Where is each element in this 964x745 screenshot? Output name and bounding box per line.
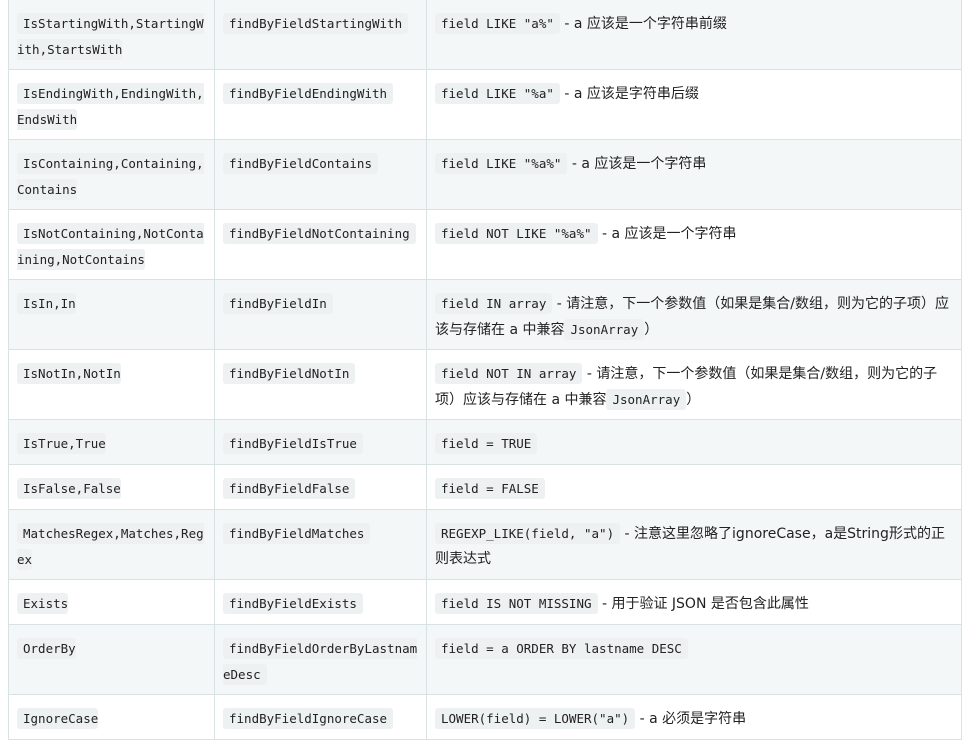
keyword-cell: MatchesRegex,Matches,Regex	[8, 509, 215, 580]
keyword-cell: IsFalse,False	[8, 464, 215, 510]
table-row: OrderBy findByFieldOrderByLastnameDesc fie…	[8, 624, 962, 695]
sample-code: findByFieldIgnoreCase	[223, 708, 394, 729]
keyword-code: MatchesRegex,Matches,Regex	[17, 523, 204, 570]
sql-code: LOWER(field) = LOWER("a")	[435, 708, 636, 729]
snippet-cell: field NOT IN array - 请注意，下一个参数值（如果是集合/数组…	[426, 349, 962, 420]
table-row: IsStartingWith,StartingWith,StartsWith fi…	[8, 0, 962, 70]
keyword-cell: IsEndingWith,EndingWith,EndsWith	[8, 69, 215, 140]
snippet-cell: field = a ORDER BY lastname DESC	[426, 624, 962, 695]
keyword-code: IsStartingWith,StartingWith,StartsWith	[17, 13, 204, 60]
sample-cell: findByFieldNotIn	[214, 349, 427, 420]
table-row: IgnoreCase findByFieldIgnoreCase LOWER(fie…	[8, 694, 962, 740]
sample-code: findByFieldMatches	[223, 523, 371, 544]
sample-code: findByFieldIsTrue	[223, 433, 363, 454]
snippet-cell: field = FALSE	[426, 464, 962, 510]
description: - a 应该是字符串后缀	[559, 86, 699, 102]
type-code: JsonArray	[606, 389, 687, 410]
keyword-cell: IsTrue,True	[8, 419, 215, 465]
snippet-cell: LOWER(field) = LOWER("a") - a 必须是字符串	[426, 694, 962, 740]
keyword-cell: IsNotIn,NotIn	[8, 349, 215, 420]
description: - 用于验证 JSON 是否包含此属性	[597, 596, 809, 612]
keyword-cell: IsContaining,Containing,Contains	[8, 139, 215, 210]
sample-code: findByFieldFalse	[223, 478, 356, 499]
sample-code: findByFieldNotContaining	[223, 223, 416, 244]
snippet-cell: field IN array - 请注意，下一个参数值（如果是集合/数组，则为它…	[426, 279, 962, 350]
table-row: MatchesRegex,Matches,Regex findByFieldMat…	[8, 509, 962, 580]
sample-cell: findByFieldMatches	[214, 509, 427, 580]
sample-cell: findByFieldContains	[214, 139, 427, 210]
sql-code: field NOT IN array	[435, 363, 583, 384]
sql-code: field LIKE "%a"	[435, 83, 560, 104]
table-row: IsNotIn,NotIn findByFieldNotIn field NOT I…	[8, 349, 962, 420]
sample-code: findByFieldOrderByLastnameDesc	[223, 638, 418, 685]
type-code: JsonArray	[564, 319, 645, 340]
sql-code: field = FALSE	[435, 478, 545, 499]
sql-code: field = a ORDER BY lastname DESC	[435, 638, 688, 659]
description-end: ）	[644, 322, 659, 338]
snippet-cell: field = TRUE	[426, 419, 962, 465]
description: - a 应该是一个字符串前缀	[559, 16, 727, 32]
sql-code: field IS NOT MISSING	[435, 593, 598, 614]
sample-code: findByFieldNotIn	[223, 363, 356, 384]
table-row: IsTrue,True findByFieldIsTrue field = TRUE	[8, 419, 962, 465]
keyword-code: IsIn,In	[17, 293, 76, 314]
keyword-table: IsStartingWith,StartingWith,StartsWith fi…	[8, 0, 962, 740]
keyword-code: OrderBy	[17, 638, 76, 659]
table-row: IsNotContaining,NotContaining,NotContain…	[8, 209, 962, 280]
keyword-code: Exists	[17, 593, 69, 614]
sample-code: findByFieldStartingWith	[223, 13, 409, 34]
description: - a 必须是字符串	[635, 711, 747, 727]
snippet-cell: field NOT LIKE "%a%" - a 应该是一个字符串	[426, 209, 962, 280]
sample-cell: findByFieldOrderByLastnameDesc	[214, 624, 427, 695]
snippet-cell: field LIKE "a%" - a 应该是一个字符串前缀	[426, 0, 962, 70]
description: - a 应该是一个字符串	[567, 156, 707, 172]
keyword-cell: Exists	[8, 579, 215, 625]
keyword-cell: OrderBy	[8, 624, 215, 695]
sample-cell: findByFieldEndingWith	[214, 69, 427, 140]
keyword-code: IsNotIn,NotIn	[17, 363, 121, 384]
keyword-code: IsFalse,False	[17, 478, 121, 499]
sql-code: field LIKE "%a%"	[435, 153, 568, 174]
sql-code: field IN array	[435, 293, 553, 314]
table-row: IsEndingWith,EndingWith,EndsWith findByFi…	[8, 69, 962, 140]
snippet-cell: field IS NOT MISSING - 用于验证 JSON 是否包含此属性	[426, 579, 962, 625]
sql-code: REGEXP_LIKE(field, "a")	[435, 523, 621, 544]
sample-cell: findByFieldIgnoreCase	[214, 694, 427, 740]
table-row: Exists findByFieldExists field IS NOT MISS…	[8, 579, 962, 625]
keyword-code: IsContaining,Containing,Contains	[17, 153, 204, 200]
sql-code: field NOT LIKE "%a%"	[435, 223, 598, 244]
sample-cell: findByFieldExists	[214, 579, 427, 625]
table-row: IsIn,In findByFieldIn field IN array - 请注意…	[8, 279, 962, 350]
keyword-code: IsNotContaining,NotContaining,NotContain…	[17, 223, 204, 270]
keyword-cell: IgnoreCase	[8, 694, 215, 740]
sample-cell: findByFieldStartingWith	[214, 0, 427, 70]
sql-code: field = TRUE	[435, 433, 538, 454]
sample-code: findByFieldExists	[223, 593, 363, 614]
sample-cell: findByFieldFalse	[214, 464, 427, 510]
sample-cell: findByFieldIsTrue	[214, 419, 427, 465]
description-end: ）	[686, 392, 701, 408]
keyword-cell: IsIn,In	[8, 279, 215, 350]
keyword-cell: IsStartingWith,StartingWith,StartsWith	[8, 0, 215, 70]
sample-code: findByFieldIn	[223, 293, 333, 314]
sample-cell: findByFieldNotContaining	[214, 209, 427, 280]
sql-code: field LIKE "a%"	[435, 13, 560, 34]
sample-code: findByFieldContains	[223, 153, 378, 174]
sample-cell: findByFieldIn	[214, 279, 427, 350]
keyword-code: IgnoreCase	[17, 708, 99, 729]
table-row: IsFalse,False findByFieldFalse field = FAL…	[8, 464, 962, 510]
snippet-cell: field LIKE "%a" - a 应该是字符串后缀	[426, 69, 962, 140]
keyword-code: IsEndingWith,EndingWith,EndsWith	[17, 83, 204, 130]
keyword-code: IsTrue,True	[17, 433, 106, 454]
sample-code: findByFieldEndingWith	[223, 83, 394, 104]
snippet-cell: REGEXP_LIKE(field, "a") - 注意这里忽略了ignoreC…	[426, 509, 962, 580]
keyword-cell: IsNotContaining,NotContaining,NotContain…	[8, 209, 215, 280]
snippet-cell: field LIKE "%a%" - a 应该是一个字符串	[426, 139, 962, 210]
table-row: IsContaining,Containing,Contains findByFi…	[8, 139, 962, 210]
description: - a 应该是一个字符串	[597, 226, 737, 242]
